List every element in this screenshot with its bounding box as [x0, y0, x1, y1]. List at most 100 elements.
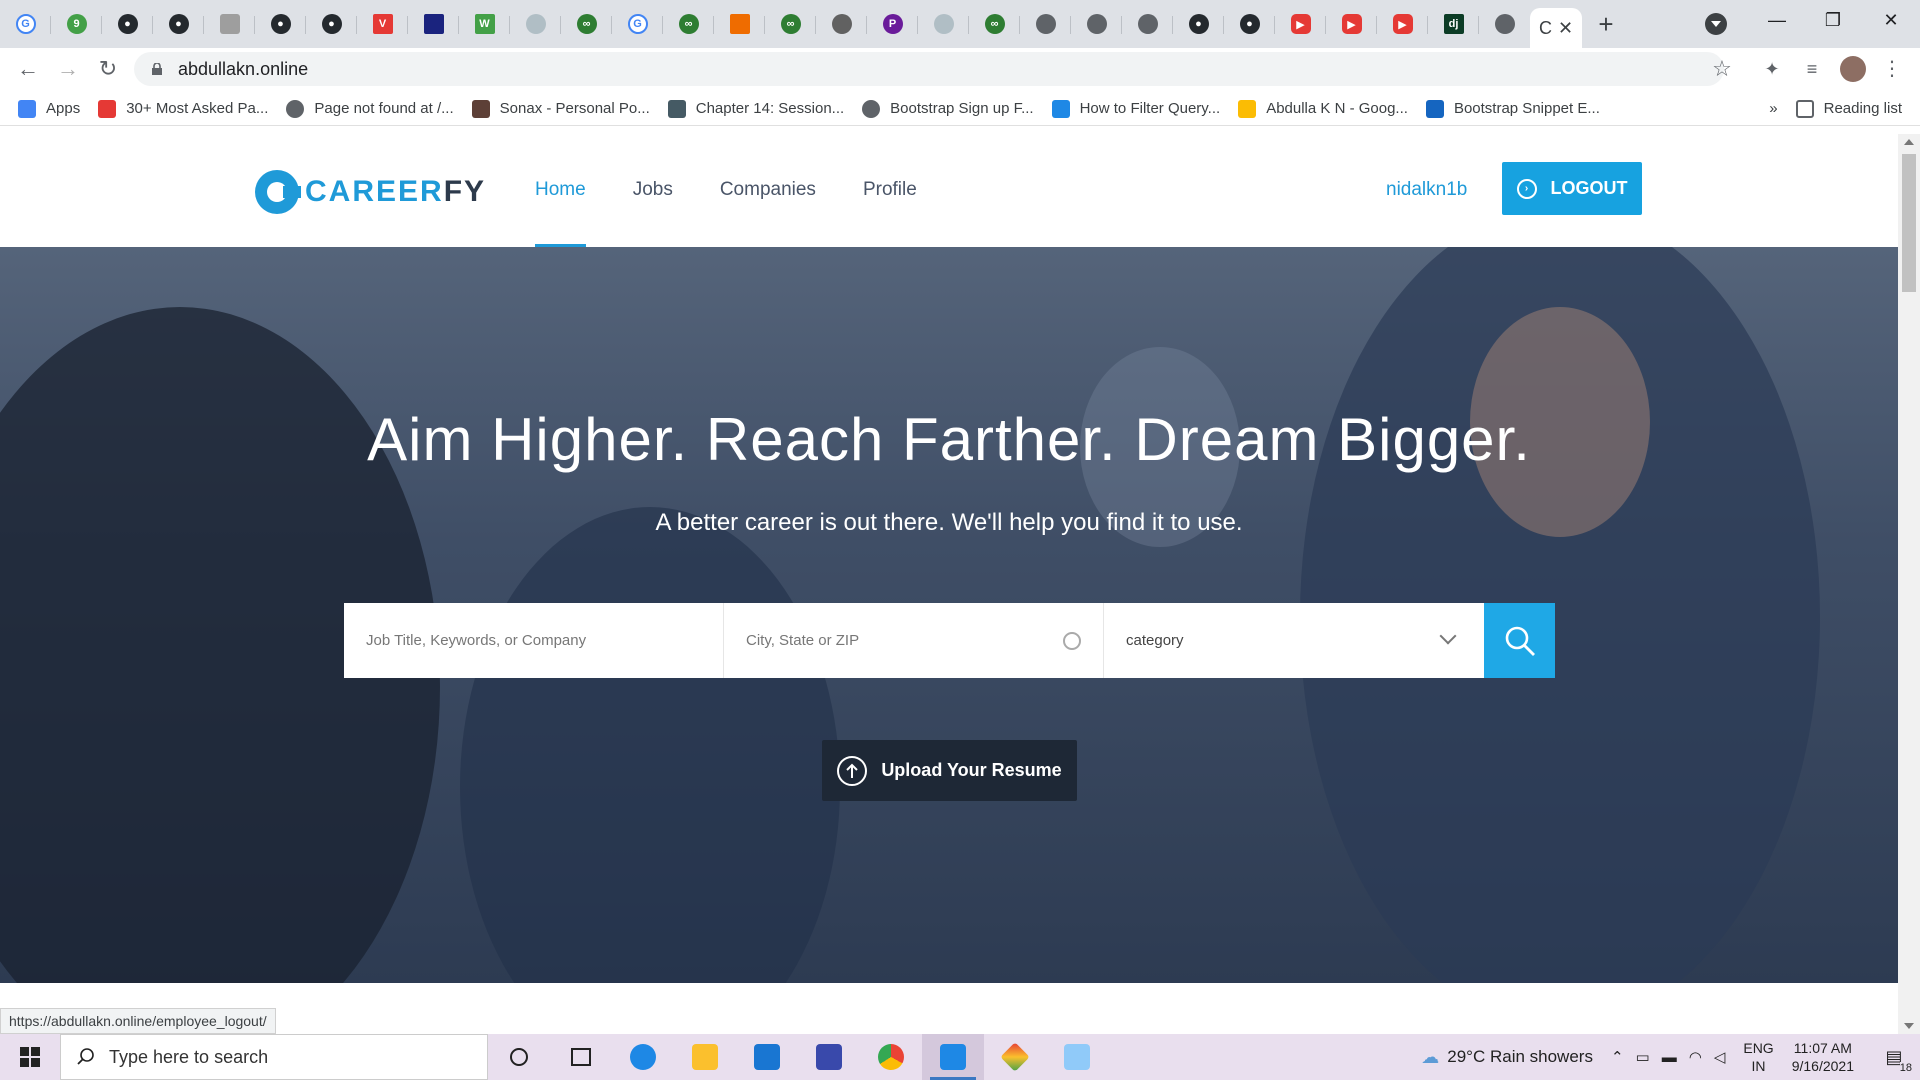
tab-globe[interactable]: [1122, 0, 1173, 48]
nav-jobs[interactable]: Jobs: [633, 134, 673, 247]
address-bar[interactable]: abdullakn.online: [134, 52, 1724, 86]
bookmark-item[interactable]: 30+ Most Asked Pa...: [98, 99, 268, 118]
volume-icon[interactable]: ◁: [1714, 1048, 1726, 1066]
star-icon[interactable]: ☆: [1710, 57, 1734, 81]
tray-chevron-icon[interactable]: ⌃: [1611, 1048, 1624, 1066]
tab-github[interactable]: ●: [306, 0, 357, 48]
bookmark-item[interactable]: Sonax - Personal Po...: [471, 99, 650, 118]
tab-misc[interactable]: [510, 0, 561, 48]
upload-resume-button[interactable]: Upload Your Resume: [822, 740, 1077, 801]
tab-google[interactable]: G: [0, 0, 51, 48]
tab-99[interactable]: 9: [51, 0, 102, 48]
scroll-up-icon[interactable]: [1904, 139, 1914, 145]
link-status-bubble: https://abdullakn.online/employee_logout…: [0, 1008, 276, 1034]
bookmark-item[interactable]: How to Filter Query...: [1051, 99, 1220, 118]
taskbar-paint[interactable]: [1046, 1034, 1108, 1080]
page-scrollbar[interactable]: [1898, 134, 1920, 1034]
tab-w3[interactable]: W: [459, 0, 510, 48]
close-icon[interactable]: ✕: [1558, 18, 1573, 39]
tab-favicon-icon: [219, 14, 240, 34]
language-indicator[interactable]: ENG IN: [1743, 1039, 1773, 1075]
start-button[interactable]: [0, 1034, 60, 1080]
minimize-icon[interactable]: —: [1762, 10, 1792, 31]
locate-icon[interactable]: [1063, 632, 1081, 650]
tab-misc[interactable]: [816, 0, 867, 48]
tab-django[interactable]: dj: [1428, 0, 1479, 48]
new-tab-button[interactable]: +: [1582, 0, 1630, 48]
nav-companies[interactable]: Companies: [720, 134, 816, 247]
wifi-icon[interactable]: ◠: [1689, 1048, 1702, 1066]
search-button[interactable]: [1484, 603, 1555, 678]
cortana-button[interactable]: [488, 1034, 550, 1080]
bookmark-item[interactable]: Abdulla K N - Goog...: [1238, 99, 1408, 118]
tab-stats[interactable]: [408, 0, 459, 48]
tab-misc[interactable]: [714, 0, 765, 48]
taskbar-git[interactable]: [984, 1034, 1046, 1080]
reload-icon[interactable]: ↻: [96, 57, 120, 81]
taskbar-search[interactable]: Type here to search: [60, 1034, 488, 1080]
taskbar-app[interactable]: [798, 1034, 860, 1080]
tab-youtube[interactable]: ▶: [1275, 0, 1326, 48]
restore-icon[interactable]: ❐: [1818, 10, 1848, 31]
category-select[interactable]: category: [1104, 603, 1484, 678]
bookmark-apps[interactable]: Apps: [18, 99, 80, 118]
scroll-down-icon[interactable]: [1904, 1023, 1914, 1029]
tab-github[interactable]: ●: [1224, 0, 1275, 48]
battery-icon[interactable]: ▬: [1662, 1049, 1677, 1066]
tab-github[interactable]: ●: [153, 0, 204, 48]
tab-globe[interactable]: [1020, 0, 1071, 48]
location-input[interactable]: City, State or ZIP: [724, 603, 1104, 678]
task-view-button[interactable]: [550, 1034, 612, 1080]
folder-icon: [692, 1044, 718, 1070]
nav-profile[interactable]: Profile: [863, 134, 917, 247]
avatar[interactable]: [1840, 56, 1866, 82]
site-logo[interactable]: CAREERFY: [255, 170, 486, 214]
tab-youtube[interactable]: ▶: [1377, 0, 1428, 48]
menu-icon[interactable]: ⋮: [1880, 57, 1904, 81]
tab-gfg[interactable]: ∞: [969, 0, 1020, 48]
tab-active[interactable]: C ✕: [1530, 8, 1582, 48]
bookmark-item[interactable]: Chapter 14: Session...: [667, 99, 844, 118]
tab-vuejs[interactable]: V: [357, 0, 408, 48]
taskbar-mail[interactable]: [736, 1034, 798, 1080]
taskbar-chrome[interactable]: [860, 1034, 922, 1080]
chrome-icon: [878, 1044, 904, 1070]
extensions-icon[interactable]: ✦: [1760, 57, 1784, 81]
notification-center-button[interactable]: ▤ 18: [1876, 1034, 1912, 1080]
tab-misc[interactable]: [204, 0, 255, 48]
taskbar-edge[interactable]: [612, 1034, 674, 1080]
bookmark-item[interactable]: Bootstrap Snippet E...: [1425, 99, 1600, 118]
scrollbar-thumb[interactable]: [1902, 154, 1916, 292]
keyword-input[interactable]: Job Title, Keywords, or Company: [344, 603, 724, 678]
tab-globe[interactable]: [1071, 0, 1122, 48]
back-icon[interactable]: ←: [16, 57, 40, 81]
tab-github[interactable]: ●: [255, 0, 306, 48]
media-icon[interactable]: ≡: [1800, 57, 1824, 81]
tab-youtube[interactable]: ▶: [1326, 0, 1377, 48]
logout-button[interactable]: › LOGOUT: [1502, 162, 1642, 215]
bookmarks-overflow[interactable]: »: [1769, 100, 1777, 117]
tab-misc[interactable]: [918, 0, 969, 48]
bookmark-item[interactable]: Bootstrap Sign up F...: [862, 99, 1034, 118]
forward-icon[interactable]: →: [56, 57, 80, 81]
window-close-icon[interactable]: ✕: [1876, 10, 1906, 31]
tab-github[interactable]: ●: [102, 0, 153, 48]
weather-text[interactable]: 29°C Rain showers: [1447, 1047, 1593, 1067]
tab-gfg[interactable]: ∞: [765, 0, 816, 48]
tab-gfg[interactable]: ∞: [663, 0, 714, 48]
bookmark-item[interactable]: Page not found at /...: [286, 99, 454, 118]
reading-list[interactable]: Reading list: [1795, 99, 1902, 118]
tab-google[interactable]: G: [612, 0, 663, 48]
tab-github[interactable]: ●: [1173, 0, 1224, 48]
network-icon[interactable]: ▭: [1636, 1048, 1650, 1066]
username-link[interactable]: nidalkn1b: [1386, 179, 1467, 201]
tab-globe[interactable]: [1479, 0, 1530, 48]
clock[interactable]: 11:07 AM 9/16/2021: [1792, 1039, 1854, 1075]
nav-home[interactable]: Home: [535, 134, 586, 247]
tab-gfg[interactable]: ∞: [561, 0, 612, 48]
tab-search-button[interactable]: [1705, 13, 1727, 35]
notification-count: 18: [1899, 1062, 1912, 1074]
taskbar-vscode[interactable]: [922, 1034, 984, 1080]
taskbar-explorer[interactable]: [674, 1034, 736, 1080]
tab-misc[interactable]: P: [867, 0, 918, 48]
